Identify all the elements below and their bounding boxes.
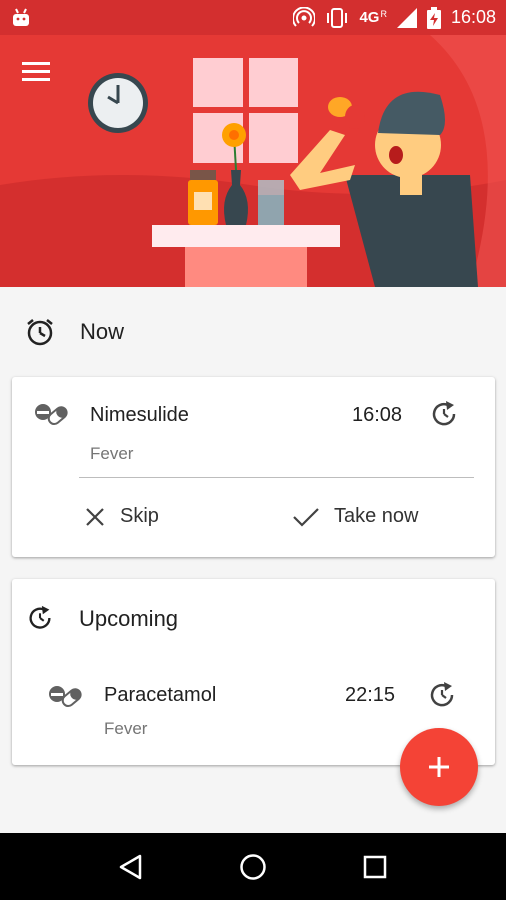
close-icon <box>86 507 104 526</box>
skip-label: Skip <box>120 505 159 527</box>
vibrate-icon <box>327 7 348 28</box>
system-nav-bar <box>0 833 506 900</box>
medicine-name-now: Nimesulide <box>90 404 189 426</box>
take-now-button[interactable]: Take now <box>292 505 419 528</box>
reschedule-button-upcoming[interactable] <box>426 679 460 713</box>
home-circle-icon <box>240 853 266 880</box>
hero-scene-graphic <box>0 35 506 287</box>
alarm-clock-icon <box>27 319 53 346</box>
medicine-name-upcoming: Paracetamol <box>104 684 217 706</box>
section-title-now: Now <box>80 319 125 344</box>
home-button[interactable] <box>231 845 275 889</box>
reschedule-icon <box>430 682 454 707</box>
recents-button[interactable] <box>353 845 397 889</box>
reschedule-button-now[interactable] <box>428 398 462 432</box>
back-button[interactable] <box>109 845 153 889</box>
status-bar: 4G R 16:08 <box>0 0 506 35</box>
check-icon <box>293 507 319 527</box>
recents-square-icon <box>363 855 387 878</box>
reschedule-icon <box>29 605 51 629</box>
battery-charging-icon <box>426 6 441 29</box>
roaming-indicator: R <box>380 8 387 19</box>
signal-icon <box>396 7 417 28</box>
hamburger-menu-icon <box>22 62 50 81</box>
status-time: 16:08 <box>450 7 496 27</box>
back-triangle-icon <box>119 854 142 879</box>
plus-icon <box>429 757 449 777</box>
medicine-reason-now: Fever <box>90 444 134 463</box>
pills-icon <box>49 686 82 708</box>
add-dose-fab[interactable] <box>400 728 478 806</box>
android-icon <box>13 8 29 26</box>
dose-card-now[interactable]: Nimesulide Fever 16:08 Skip Take now <box>12 377 495 557</box>
dose-time-upcoming: 22:15 <box>345 684 396 706</box>
medicine-reason-upcoming: Fever <box>104 719 148 738</box>
dose-time-now: 16:08 <box>352 404 403 426</box>
hero-illustration <box>0 35 506 287</box>
skip-button[interactable]: Skip <box>84 505 159 528</box>
section-title-upcoming: Upcoming <box>79 606 179 631</box>
hotspot-icon <box>293 6 316 27</box>
card-divider <box>79 477 474 478</box>
take-now-label: Take now <box>334 505 419 527</box>
section-header-now: Now <box>0 287 506 377</box>
menu-button[interactable] <box>22 60 58 90</box>
reschedule-icon <box>432 401 456 426</box>
network-type: 4G <box>359 9 380 26</box>
pills-icon <box>35 404 68 426</box>
